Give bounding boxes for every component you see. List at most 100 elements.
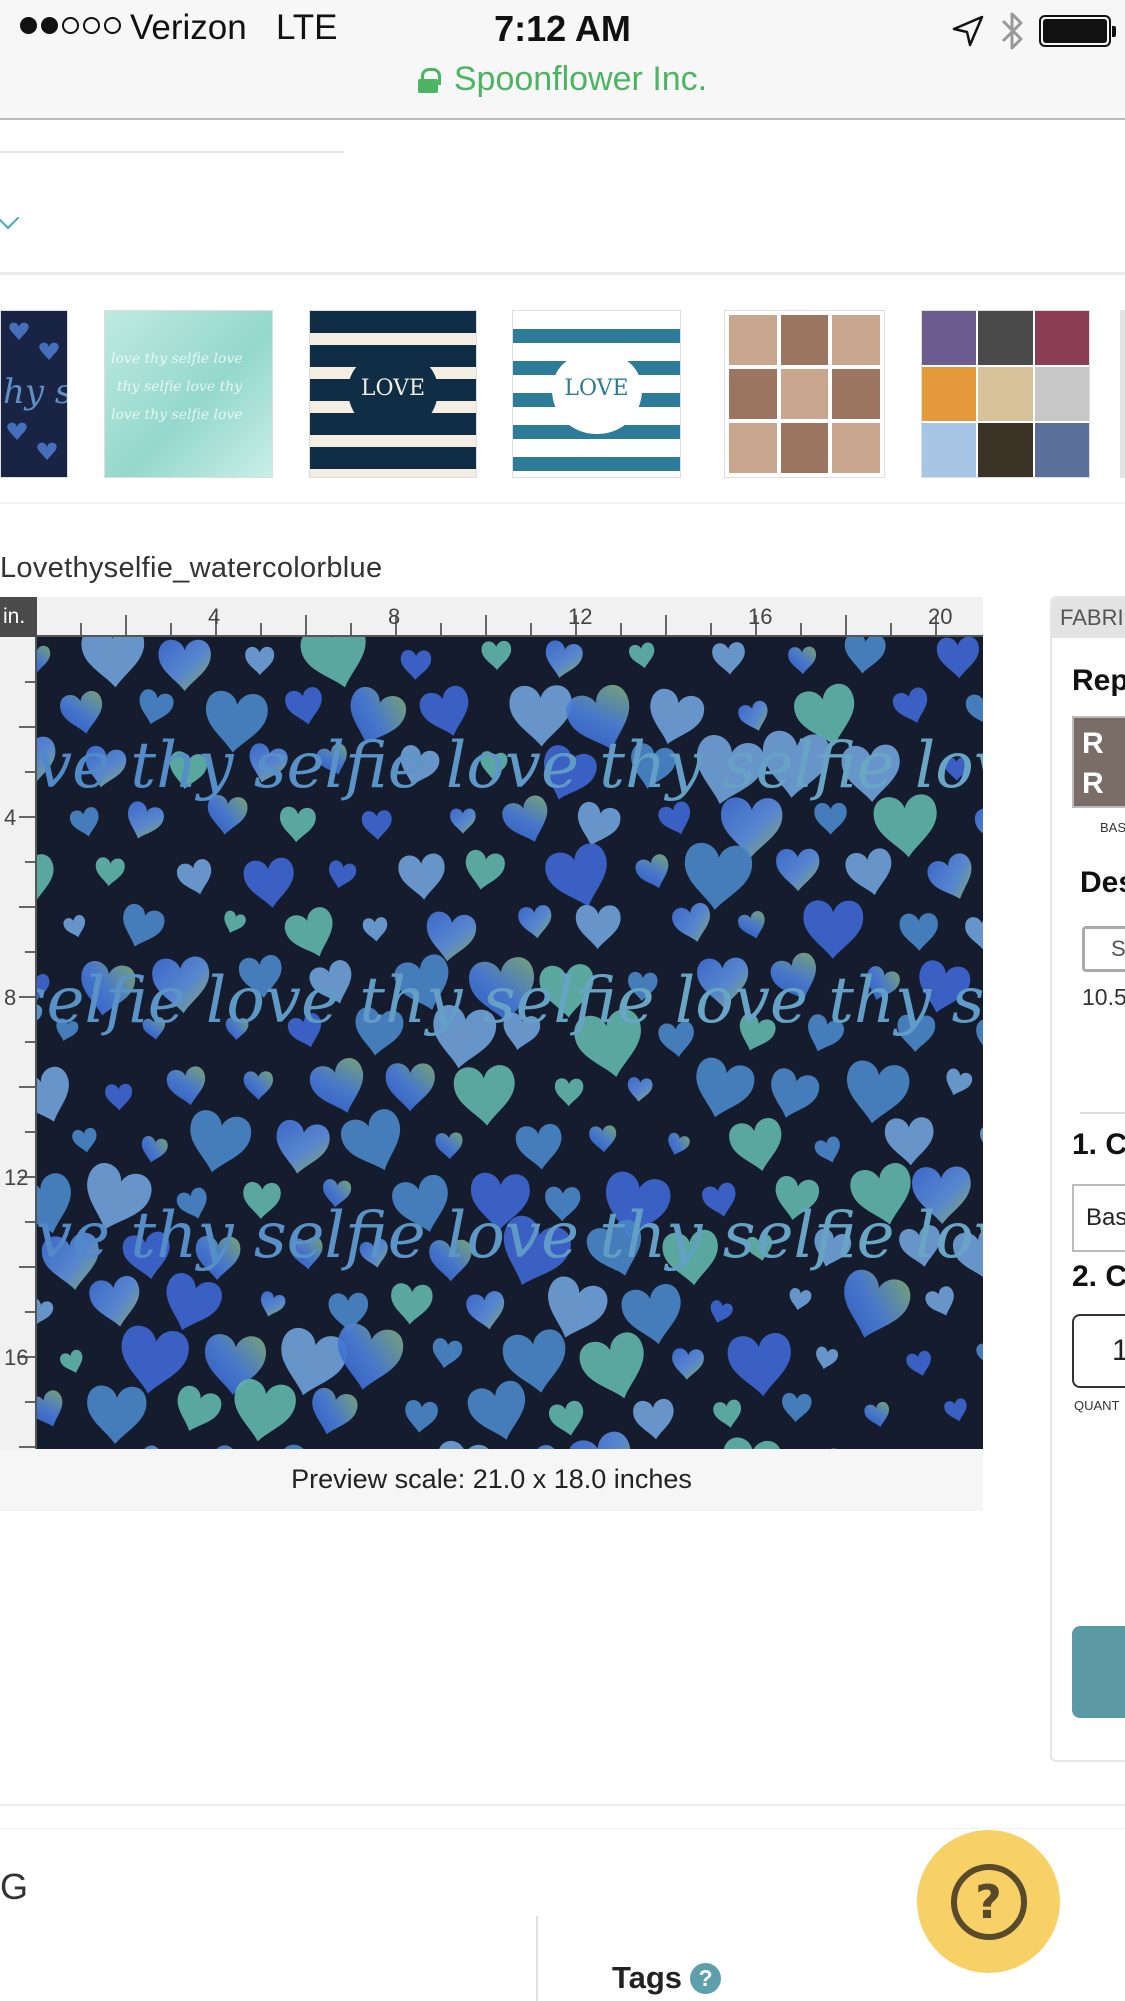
heart-motif — [467, 1381, 526, 1440]
panel-divider — [1080, 1112, 1125, 1114]
heart-motif — [976, 1341, 983, 1367]
ruler-tick — [890, 623, 892, 635]
heart-motif — [684, 843, 753, 910]
heart-motif — [515, 1123, 562, 1170]
step-choose-fabric: 1. C — [1072, 1128, 1125, 1161]
heart-motif — [658, 801, 691, 835]
heart-motif — [892, 687, 928, 723]
design-thumbnail[interactable]: love thy selfie love thy selfie love thy… — [104, 310, 273, 478]
ruler-tick — [25, 1221, 35, 1223]
heart-motif — [545, 843, 607, 907]
design-thumbnail-partial[interactable] — [1120, 310, 1125, 478]
heart-motif — [936, 637, 979, 679]
fabric-pattern: love thy selfie love thy selfie love thy… — [37, 637, 983, 1449]
site-identity[interactable]: Spoonflower Inc. — [0, 60, 1125, 99]
add-to-cart-button[interactable] — [1072, 1626, 1125, 1718]
design-thumbnail[interactable]: LOVE — [309, 310, 477, 478]
heart-motif — [279, 806, 316, 843]
ruler-tick — [620, 623, 622, 635]
repeat-basic-swatch[interactable]: RR — [1072, 716, 1125, 808]
heart-motif — [37, 854, 54, 904]
ruler-label: 12 — [568, 604, 593, 629]
heart-motif — [668, 1132, 690, 1155]
design-thumbnail[interactable] — [724, 310, 885, 478]
horizontal-ruler: 4 8 12 16 20 — [37, 597, 983, 637]
preview-scale-caption: Preview scale: 21.0 x 18.0 inches — [0, 1449, 983, 1511]
heart-motif — [946, 1068, 973, 1096]
ruler-tick — [350, 623, 352, 635]
heart-motif — [105, 1083, 133, 1111]
question-icon[interactable]: ? — [690, 1962, 722, 1994]
help-button[interactable]: ? — [917, 1830, 1060, 1973]
ruler-tick — [19, 1446, 35, 1448]
heart-motif — [696, 1057, 755, 1118]
ruler-tick — [25, 771, 35, 773]
ruler-tick — [25, 951, 35, 953]
heart-motif — [81, 637, 145, 688]
design-thumbnail[interactable]: LOVE — [512, 310, 681, 478]
heart-motif — [974, 804, 983, 846]
heart-motif — [95, 857, 125, 887]
heart-motif — [60, 1349, 83, 1373]
heart-motif — [776, 848, 820, 892]
heart-motif — [139, 689, 174, 725]
heart-motif — [568, 1431, 631, 1449]
heart-motif — [589, 1125, 617, 1153]
heart-motif — [844, 1269, 911, 1338]
ruler-tick — [665, 615, 667, 635]
heart-motif — [549, 1400, 584, 1436]
heart-motif — [635, 854, 669, 889]
heart-motif — [450, 808, 476, 834]
fabric-select[interactable]: Bas — [1072, 1184, 1125, 1252]
ruler-label: 4 — [208, 604, 221, 629]
heart-motif — [276, 1119, 330, 1174]
heart-motif — [737, 911, 765, 939]
quantity-input[interactable]: 1 — [1072, 1314, 1125, 1388]
ruler-tick — [260, 623, 262, 635]
svg-text:love thy selfie love: love thy selfie love — [111, 351, 243, 367]
design-size-heading: Des — [1080, 866, 1125, 899]
heart-motif — [816, 1346, 839, 1370]
size-button[interactable]: Si — [1082, 926, 1125, 972]
heart-motif — [435, 1132, 463, 1160]
heart-motif — [713, 1399, 742, 1428]
heart-motif — [554, 1078, 584, 1107]
design-thumbnail[interactable]: hy sel — [0, 310, 68, 478]
heart-motif — [285, 687, 322, 725]
heart-motif — [312, 1388, 358, 1435]
heart-motif — [340, 1109, 401, 1171]
heart-motif — [729, 1118, 782, 1172]
heart-motif — [37, 1066, 69, 1122]
ruler-label: 20 — [928, 604, 953, 629]
heart-motif — [847, 1060, 910, 1124]
heart-motif — [906, 1350, 931, 1376]
ruler-tick — [80, 623, 82, 635]
fabric-preview[interactable]: love thy selfie love thy selfie love thy… — [37, 637, 983, 1449]
heart-motif — [361, 810, 392, 840]
heart-motif — [400, 649, 432, 680]
heart-motif — [575, 905, 621, 949]
heart-motif — [63, 915, 86, 938]
heart-motif — [260, 1291, 286, 1317]
heart-motif — [309, 1058, 364, 1113]
heart-motif — [141, 1136, 168, 1163]
tab-fabric[interactable]: FABRI — [1052, 598, 1125, 638]
ruler-label: 12 — [4, 1165, 29, 1190]
heart-motif — [980, 1124, 983, 1155]
design-thumbnail[interactable] — [921, 310, 1090, 478]
heart-motif — [965, 690, 983, 727]
ruler-tick — [25, 1131, 35, 1133]
ruler-tick — [19, 1266, 35, 1268]
heart-motif — [166, 1273, 223, 1331]
repeat-heading: Rep — [1072, 664, 1125, 697]
pattern-script-text: love thy selfie love thy selfie love thy… — [37, 729, 983, 803]
heart-motif — [245, 646, 275, 676]
heart-motif — [723, 1437, 782, 1449]
heart-motif — [224, 910, 246, 933]
chevron-down-icon[interactable] — [0, 206, 20, 230]
ruler-tick — [305, 615, 307, 635]
ruler-tick — [25, 1041, 35, 1043]
heart-motif — [944, 1398, 967, 1422]
ruler-tick — [125, 615, 127, 635]
heart-motif — [789, 1288, 812, 1311]
